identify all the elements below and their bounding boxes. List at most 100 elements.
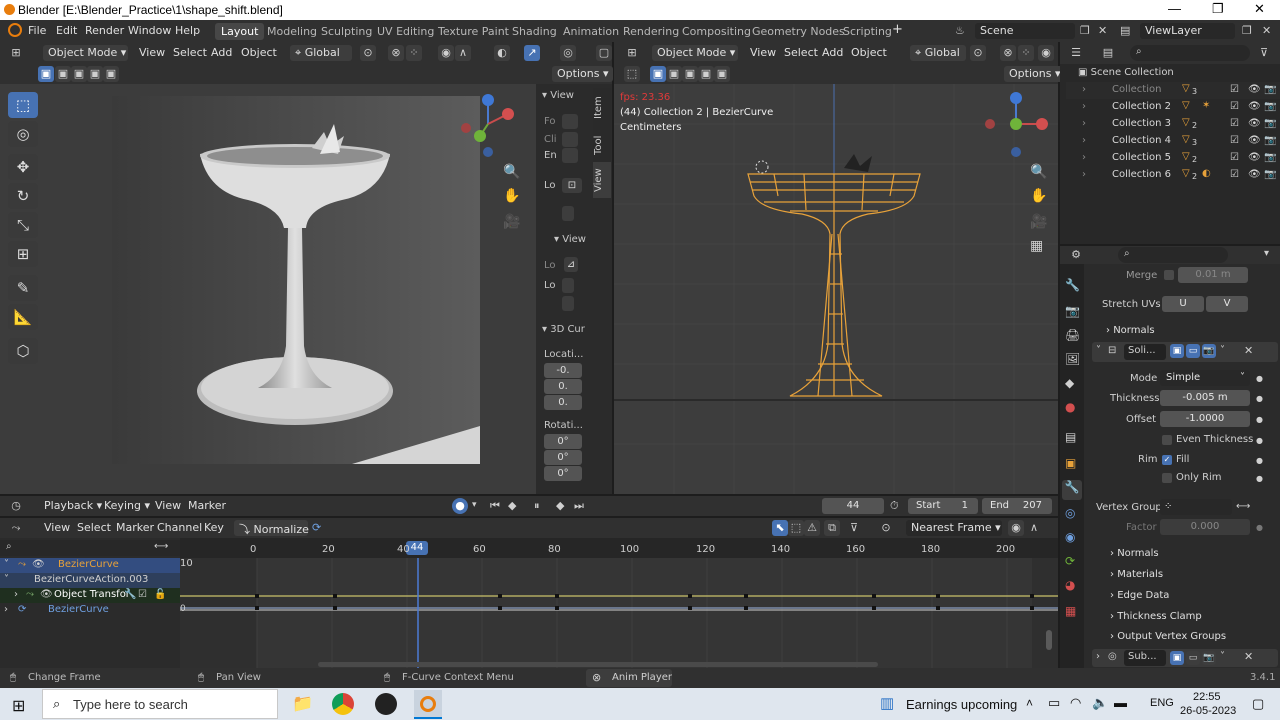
object-tab-icon[interactable]: ▣ [1065,456,1076,470]
menu-file[interactable]: File [28,24,46,37]
collapse-icon[interactable]: ˅ [4,559,9,570]
navigation-gizmo-right[interactable] [982,90,1052,160]
volume-icon[interactable]: 🔈 [1092,695,1108,711]
rotate-tool-icon[interactable]: ↻ [8,183,38,209]
edge-data-section[interactable]: › Edge Data [1110,590,1169,601]
current-frame-field[interactable]: 44 [822,498,884,514]
expand-icon[interactable]: › [1082,101,1086,112]
only-rim-checkbox[interactable] [1162,473,1172,483]
channel-row-object[interactable]: ˅ ⤳ 👁 BezierCurve [0,558,180,573]
editor-type-icon[interactable]: ⊞ [8,45,24,61]
xray-icon[interactable]: ▢ [596,45,612,61]
proportional-edit-icon-graph[interactable]: ◉ [1008,520,1024,536]
exclude-checkbox-icon[interactable]: ☑ [1230,135,1239,146]
merge-checkbox[interactable] [1164,270,1174,280]
pause-icon[interactable]: ⏸ [534,499,540,513]
clip-end-field[interactable] [562,148,578,163]
menu-key[interactable]: Key [204,521,224,534]
output-vertex-groups-section[interactable]: › Output Vertex Groups [1110,631,1226,642]
menu-marker-graph[interactable]: Marker [116,521,154,534]
select-box-tool-icon[interactable]: ⬚ [8,92,38,118]
maximize-button[interactable]: ❐ [1212,1,1224,17]
tab-uv-editing[interactable]: UV Editing [371,23,440,40]
offset-field[interactable]: -1.0000 [1160,411,1250,427]
exclude-checkbox-icon[interactable]: ☑ [1230,101,1239,112]
measure-tool-icon[interactable]: 📐 [8,304,38,330]
expand-icon[interactable]: › [1082,169,1086,180]
channel-checkbox-icon[interactable]: ☑ [138,589,147,600]
copy-view-layer-icon[interactable]: ❐ [1242,24,1252,37]
camera-render-icon[interactable]: 📷 [1264,152,1276,163]
even-thickness-checkbox[interactable] [1162,435,1172,445]
world-tab-icon[interactable]: ● [1065,400,1075,414]
news-icon[interactable]: ▥ [880,694,894,712]
select-tool-icon-right[interactable]: ⬚ [624,66,640,82]
taskbar-search-input[interactable]: ⌕ Type here to search [42,689,278,719]
orientation-dropdown[interactable]: ⌖ Global [290,45,352,61]
expand-icon[interactable]: › [1082,118,1086,129]
anim-player-job[interactable]: ⊗ Anim Player [586,669,672,687]
camera-render-icon[interactable]: 📷 [1264,101,1276,112]
blender-menu-icon[interactable] [8,23,22,37]
stretch-v-toggle[interactable]: V [1206,296,1248,312]
only-selected-icon[interactable]: ⬉ [772,520,788,536]
filter-icon[interactable]: ⊽ [1256,45,1272,61]
collection-tab-icon[interactable]: ▤ [1065,430,1076,444]
options-dropdown-right[interactable]: Options ▾ [1004,66,1066,82]
subsurf-name-field[interactable]: Sub... [1124,650,1166,666]
menu-playback[interactable]: Playback ▾ [44,499,102,512]
camera-render-icon[interactable]: 📷 [1264,135,1276,146]
clock-date[interactable]: 26-05-2023 [1180,705,1236,717]
pan-hand-icon[interactable]: ✋ [503,188,520,204]
select-subtract-icon[interactable]: ▣ [71,66,87,82]
physics-tab-icon[interactable]: ◉ [1065,530,1075,544]
pivot-icon[interactable]: ⊙ [360,45,376,61]
lock-camera-checkbox[interactable] [562,296,574,311]
mode-dropdown[interactable]: Simple ˅ [1160,370,1250,386]
outliner-row-collection-5[interactable]: › Collection 5 ▽ 2 ☑ 👁 📷 [1066,150,1280,167]
snap-target-icon-right[interactable]: ⁘ [1018,45,1034,61]
sidebar-tab-view[interactable]: View [593,162,611,198]
local-camera-field[interactable]: ⊡ [562,178,582,193]
expand-icon[interactable]: › [1082,135,1086,146]
sidebar-tab-item[interactable]: Item [593,88,611,128]
overlay-icon[interactable]: ◎ [560,45,576,61]
tray-overflow-icon[interactable]: ˄ [1026,696,1033,710]
jump-end-icon[interactable]: ⏭ [574,499,584,513]
sidebar-tab-tool[interactable]: Tool [593,128,611,162]
only-errors-icon[interactable]: ⚠ [804,520,820,536]
create-ghost-icon[interactable]: ⧉ [824,520,840,536]
outliner-row-collection-6[interactable]: › Collection 6 ▽ 2 ◐ ☑ 👁 📷 [1066,167,1280,184]
material-tab-icon[interactable]: ◕ [1065,578,1075,592]
graph-editor-icon[interactable]: ⤳ [8,520,24,536]
minimize-button[interactable]: — [1168,1,1181,16]
focal-length-field[interactable] [562,114,578,129]
edit-mode-toggle-icon[interactable]: ▣ [1170,344,1184,358]
outliner-row-collection[interactable]: › Collection ▽ 3 ☑ 👁 📷 [1066,82,1280,99]
camera-render-icon[interactable]: 📷 [1264,84,1276,95]
menu-view[interactable]: View [139,46,165,59]
tab-sculpting[interactable]: Sculpting [315,23,378,40]
render-tab-icon[interactable]: 📷 [1065,304,1080,318]
viewport-toggle-icon[interactable]: ▭ [1186,344,1200,358]
notifications-icon[interactable]: ▢ [1252,696,1264,712]
add-workspace-button[interactable]: + [892,22,903,37]
select-invert-icon-right[interactable]: ▣ [698,66,714,82]
materials-section[interactable]: › Materials [1110,569,1163,580]
menu-view-timeline[interactable]: View [155,499,181,512]
tab-modeling[interactable]: Modeling [261,23,323,40]
normalize-refresh-icon[interactable]: ⟳ [312,521,321,534]
stretch-u-toggle[interactable]: U [1162,296,1204,312]
move-tool-icon[interactable]: ✥ [8,154,38,180]
cursor-location-y[interactable]: 0. [544,379,582,394]
clock-time[interactable]: 22:55 [1193,691,1221,703]
eye-icon[interactable]: 👁 [1248,101,1261,112]
visibility-icon[interactable]: ◐ [494,45,510,61]
camera-view-icon[interactable]: 🎥 [503,214,520,230]
gizmo-icon[interactable]: ↗ [524,45,540,61]
camera-view-icon-right[interactable]: 🎥 [1030,214,1047,230]
expand-icon[interactable]: › [1082,84,1086,95]
eye-icon[interactable]: 👁 [32,559,45,570]
pivot-icon-graph[interactable]: ⊙ [878,520,894,536]
navigation-gizmo[interactable] [456,92,522,160]
